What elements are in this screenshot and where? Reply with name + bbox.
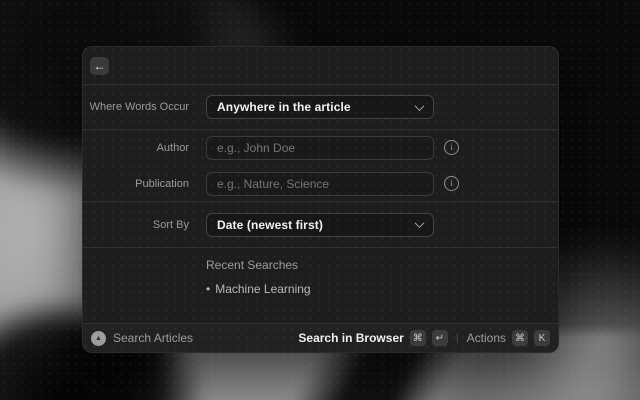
recent-searches-section: Recent Searches • Machine Learning bbox=[83, 247, 558, 323]
cmd-key: ⌘ bbox=[512, 330, 528, 346]
sort-by-value: Date (newest first) bbox=[217, 218, 323, 232]
recent-searches-title: Recent Searches bbox=[206, 258, 558, 272]
footer-action-bar: ▲ Search Articles Search in Browser ⌘ ↵ … bbox=[83, 323, 558, 352]
where-words-select[interactable]: Anywhere in the article bbox=[206, 95, 434, 119]
author-row: Author i bbox=[83, 136, 558, 160]
actions-button[interactable]: Actions ⌘ K bbox=[467, 330, 550, 346]
recent-search-item[interactable]: • Machine Learning bbox=[206, 282, 558, 296]
window-header: ← bbox=[83, 47, 558, 84]
search-in-browser-button[interactable]: Search in Browser ⌘ ↵ bbox=[298, 330, 447, 346]
app-name: Search Articles bbox=[113, 331, 193, 345]
publication-input[interactable] bbox=[206, 172, 434, 196]
k-key: K bbox=[534, 330, 550, 346]
actions-label: Actions bbox=[467, 331, 506, 345]
cmd-key: ⌘ bbox=[410, 330, 426, 346]
sort-by-select[interactable]: Date (newest first) bbox=[206, 213, 434, 237]
where-words-label: Where Words Occur bbox=[83, 101, 189, 113]
author-label: Author bbox=[83, 142, 189, 154]
enter-key: ↵ bbox=[432, 330, 448, 346]
bullet-icon: • bbox=[206, 282, 210, 296]
sort-by-label: Sort By bbox=[83, 219, 189, 231]
publication-label: Publication bbox=[83, 178, 189, 190]
search-form-window: ← Where Words Occur Anywhere in the arti… bbox=[82, 46, 559, 353]
recent-search-item-label: Machine Learning bbox=[215, 282, 310, 296]
footer-actions: Search in Browser ⌘ ↵ | Actions ⌘ K bbox=[298, 330, 550, 346]
back-arrow-icon: ← bbox=[94, 60, 106, 72]
footer-separator: | bbox=[456, 332, 459, 344]
author-input[interactable] bbox=[206, 136, 434, 160]
app-icon: ▲ bbox=[91, 331, 106, 346]
chevron-down-icon bbox=[415, 101, 425, 111]
up-arrow-icon: ▲ bbox=[95, 335, 102, 342]
search-in-browser-label: Search in Browser bbox=[298, 331, 403, 345]
publication-row: Publication i bbox=[83, 172, 558, 196]
sort-by-row: Sort By Date (newest first) bbox=[83, 201, 558, 247]
where-words-row: Where Words Occur Anywhere in the articl… bbox=[83, 84, 558, 129]
author-publication-section: Author i Publication i bbox=[83, 129, 558, 201]
where-words-value: Anywhere in the article bbox=[217, 100, 351, 114]
chevron-down-icon bbox=[415, 218, 425, 228]
author-info-icon[interactable]: i bbox=[444, 140, 459, 155]
publication-info-icon[interactable]: i bbox=[444, 176, 459, 191]
back-button[interactable]: ← bbox=[90, 57, 109, 75]
